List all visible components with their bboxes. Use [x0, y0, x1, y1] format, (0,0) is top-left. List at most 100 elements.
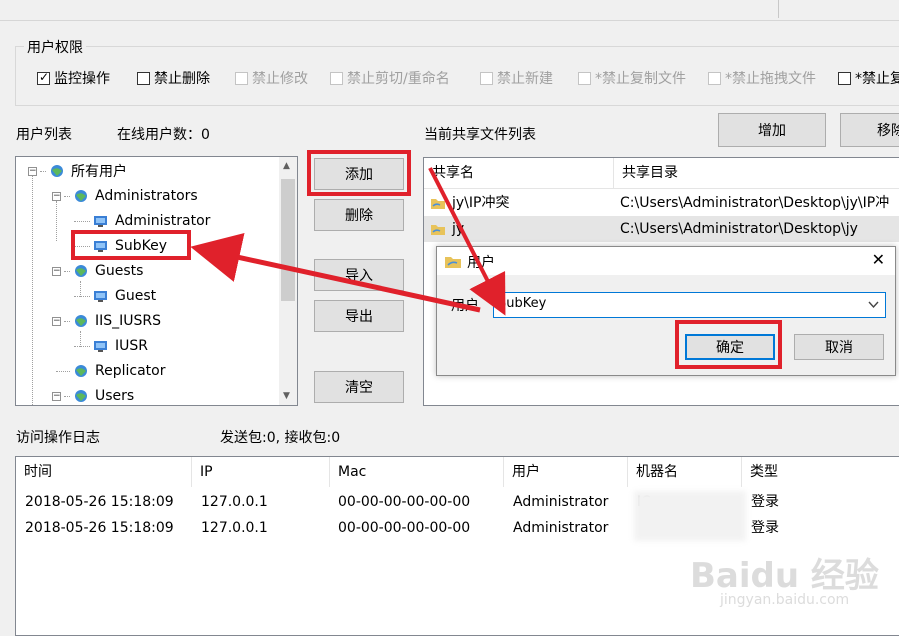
user-group-icon: [75, 265, 87, 277]
online-user-count: 在线用户数：0: [117, 127, 210, 143]
delete-user-button[interactable]: 删除: [314, 199, 404, 231]
tree-user-label: Administrator: [115, 213, 211, 229]
checkbox-box[interactable]: [838, 71, 851, 85]
share-col-dir[interactable]: 共享目录: [614, 158, 899, 188]
dialog-titlebar: 用户 ✕: [437, 247, 895, 275]
toolbar-separator: [778, 0, 779, 18]
scroll-up-icon[interactable]: ▲: [283, 161, 290, 171]
share-add-button[interactable]: 增加: [718, 113, 826, 147]
tree-group-label: Guests: [95, 263, 144, 279]
tree-group-label: Administrators: [95, 188, 198, 204]
share-col-name[interactable]: 共享名: [424, 158, 614, 188]
log-col-ip[interactable]: IP: [192, 457, 330, 487]
user-group-icon: [51, 165, 63, 177]
scroll-thumb[interactable]: [281, 179, 295, 301]
checkbox-label: 禁止修改: [252, 71, 308, 87]
tree-connector: [74, 295, 90, 297]
tree-group-users[interactable]: − Users: [52, 386, 135, 405]
tree-group-label: Users: [95, 388, 135, 404]
shared-folder-icon: [431, 199, 445, 209]
collapse-icon[interactable]: −: [28, 166, 37, 176]
checkmark-icon: ✓: [39, 69, 50, 84]
user-group-icon: [75, 315, 87, 327]
tree-line: [32, 175, 33, 405]
log-user: Administrator: [513, 520, 609, 536]
user-group-icon: [75, 190, 87, 202]
log-time: 2018-05-26 15:18:09: [25, 494, 174, 510]
checkbox-box[interactable]: [137, 71, 150, 85]
checkbox-monitor[interactable]: ✓ 监控操作: [37, 68, 110, 88]
chevron-down-icon[interactable]: [868, 301, 879, 309]
tree-user-administrator[interactable]: Administrator: [74, 211, 210, 231]
dialog-app-icon: [445, 257, 461, 268]
tree-group-replicator[interactable]: Replicator: [56, 361, 165, 381]
tree-user-guest[interactable]: Guest: [74, 286, 156, 306]
checkbox-label: *禁止拖拽文件: [725, 71, 816, 87]
scroll-down-icon[interactable]: ▼: [283, 391, 290, 401]
baidu-watermark: Baidu 经验: [690, 556, 879, 596]
tree-connector: [74, 345, 90, 347]
checkbox-box: [330, 71, 343, 85]
checkbox-box[interactable]: ✓: [37, 69, 50, 85]
tree-group-administrators[interactable]: − Administrators: [52, 186, 198, 206]
log-table[interactable]: 时间 IP Mac 用户 机器名 类型 2018-05-26 15:18:09 …: [15, 456, 899, 636]
tree-group-guests[interactable]: − Guests: [52, 261, 143, 281]
tree-connector: [64, 195, 70, 197]
user-dialog: 用户 ✕ 用户 SubKey 确定 取消: [436, 246, 896, 376]
log-row[interactable]: 2018-05-26 15:18:09 127.0.0.1 00-00-00-0…: [16, 489, 899, 515]
log-row[interactable]: 2018-05-26 15:18:09 127.0.0.1 00-00-00-0…: [16, 515, 899, 541]
tree-root-all-users[interactable]: − 所有用户: [28, 161, 127, 181]
log-ip: 127.0.0.1: [201, 494, 268, 510]
log-col-user[interactable]: 用户: [504, 457, 628, 487]
user-tree[interactable]: − 所有用户 − Administrators Administrator Su…: [15, 156, 298, 406]
cancel-button[interactable]: 取消: [794, 334, 884, 360]
collapse-icon[interactable]: −: [52, 316, 61, 326]
log-col-type[interactable]: 类型: [742, 457, 899, 487]
share-remove-button[interactable]: 移除: [840, 113, 899, 147]
log-col-machine[interactable]: 机器名: [628, 457, 742, 487]
tree-connector: [64, 395, 70, 397]
tree-user-iusr[interactable]: IUSR: [74, 336, 148, 356]
share-row[interactable]: jy\IP冲突 C:\Users\Administrator\Desktop\j…: [424, 190, 899, 216]
tree-connector: [56, 370, 70, 372]
collapse-icon[interactable]: −: [52, 391, 61, 401]
user-group-icon: [75, 390, 87, 402]
tree-connector: [40, 170, 46, 172]
close-icon[interactable]: ✕: [872, 250, 885, 269]
checkbox-label: *禁止复: [855, 71, 899, 87]
user-list-title: 用户列表: [16, 127, 72, 143]
log-table-header: 时间 IP Mac 用户 机器名 类型: [16, 457, 899, 487]
checkbox-deny-copy-2[interactable]: *禁止复: [838, 68, 899, 88]
log-col-time[interactable]: 时间: [16, 457, 192, 487]
tree-connector: [64, 270, 70, 272]
redacted-machine-name: [634, 491, 746, 541]
checkbox-deny-delete[interactable]: 禁止删除: [137, 68, 210, 88]
log-time: 2018-05-26 15:18:09: [25, 520, 174, 536]
checkbox-deny-modify: 禁止修改: [235, 68, 308, 88]
checkbox-box: [235, 71, 248, 85]
clear-button[interactable]: 清空: [314, 371, 404, 403]
highlight-subkey: [71, 230, 191, 260]
log-col-mac[interactable]: Mac: [330, 457, 504, 487]
tree-group-iis-iusrs[interactable]: − IIS_IUSRS: [52, 311, 161, 331]
export-button[interactable]: 导出: [314, 300, 404, 332]
baidu-watermark-url: jingyan.baidu.com: [720, 592, 850, 608]
checkbox-box: [480, 71, 493, 85]
tree-scrollbar[interactable]: ▲ ▼: [279, 157, 297, 405]
checkbox-label: 禁止剪切/重命名: [347, 71, 450, 87]
log-ip: 127.0.0.1: [201, 520, 268, 536]
log-user: Administrator: [513, 494, 609, 510]
tree-group-label: IIS_IUSRS: [95, 313, 162, 329]
collapse-icon[interactable]: −: [52, 266, 61, 276]
log-type: 登录: [751, 520, 779, 536]
import-button[interactable]: 导入: [314, 259, 404, 291]
tree-root-label: 所有用户: [71, 164, 127, 180]
user-group-icon: [75, 365, 87, 377]
tree-group-label: Replicator: [95, 363, 166, 379]
share-row[interactable]: jy C:\Users\Administrator\Desktop\jy: [424, 216, 899, 242]
log-type: 登录: [751, 494, 779, 510]
collapse-icon[interactable]: −: [52, 191, 61, 201]
user-select[interactable]: SubKey: [493, 292, 886, 318]
checkbox-deny-cut-rename: 禁止剪切/重命名: [330, 68, 450, 88]
checkbox-box: [578, 71, 591, 85]
